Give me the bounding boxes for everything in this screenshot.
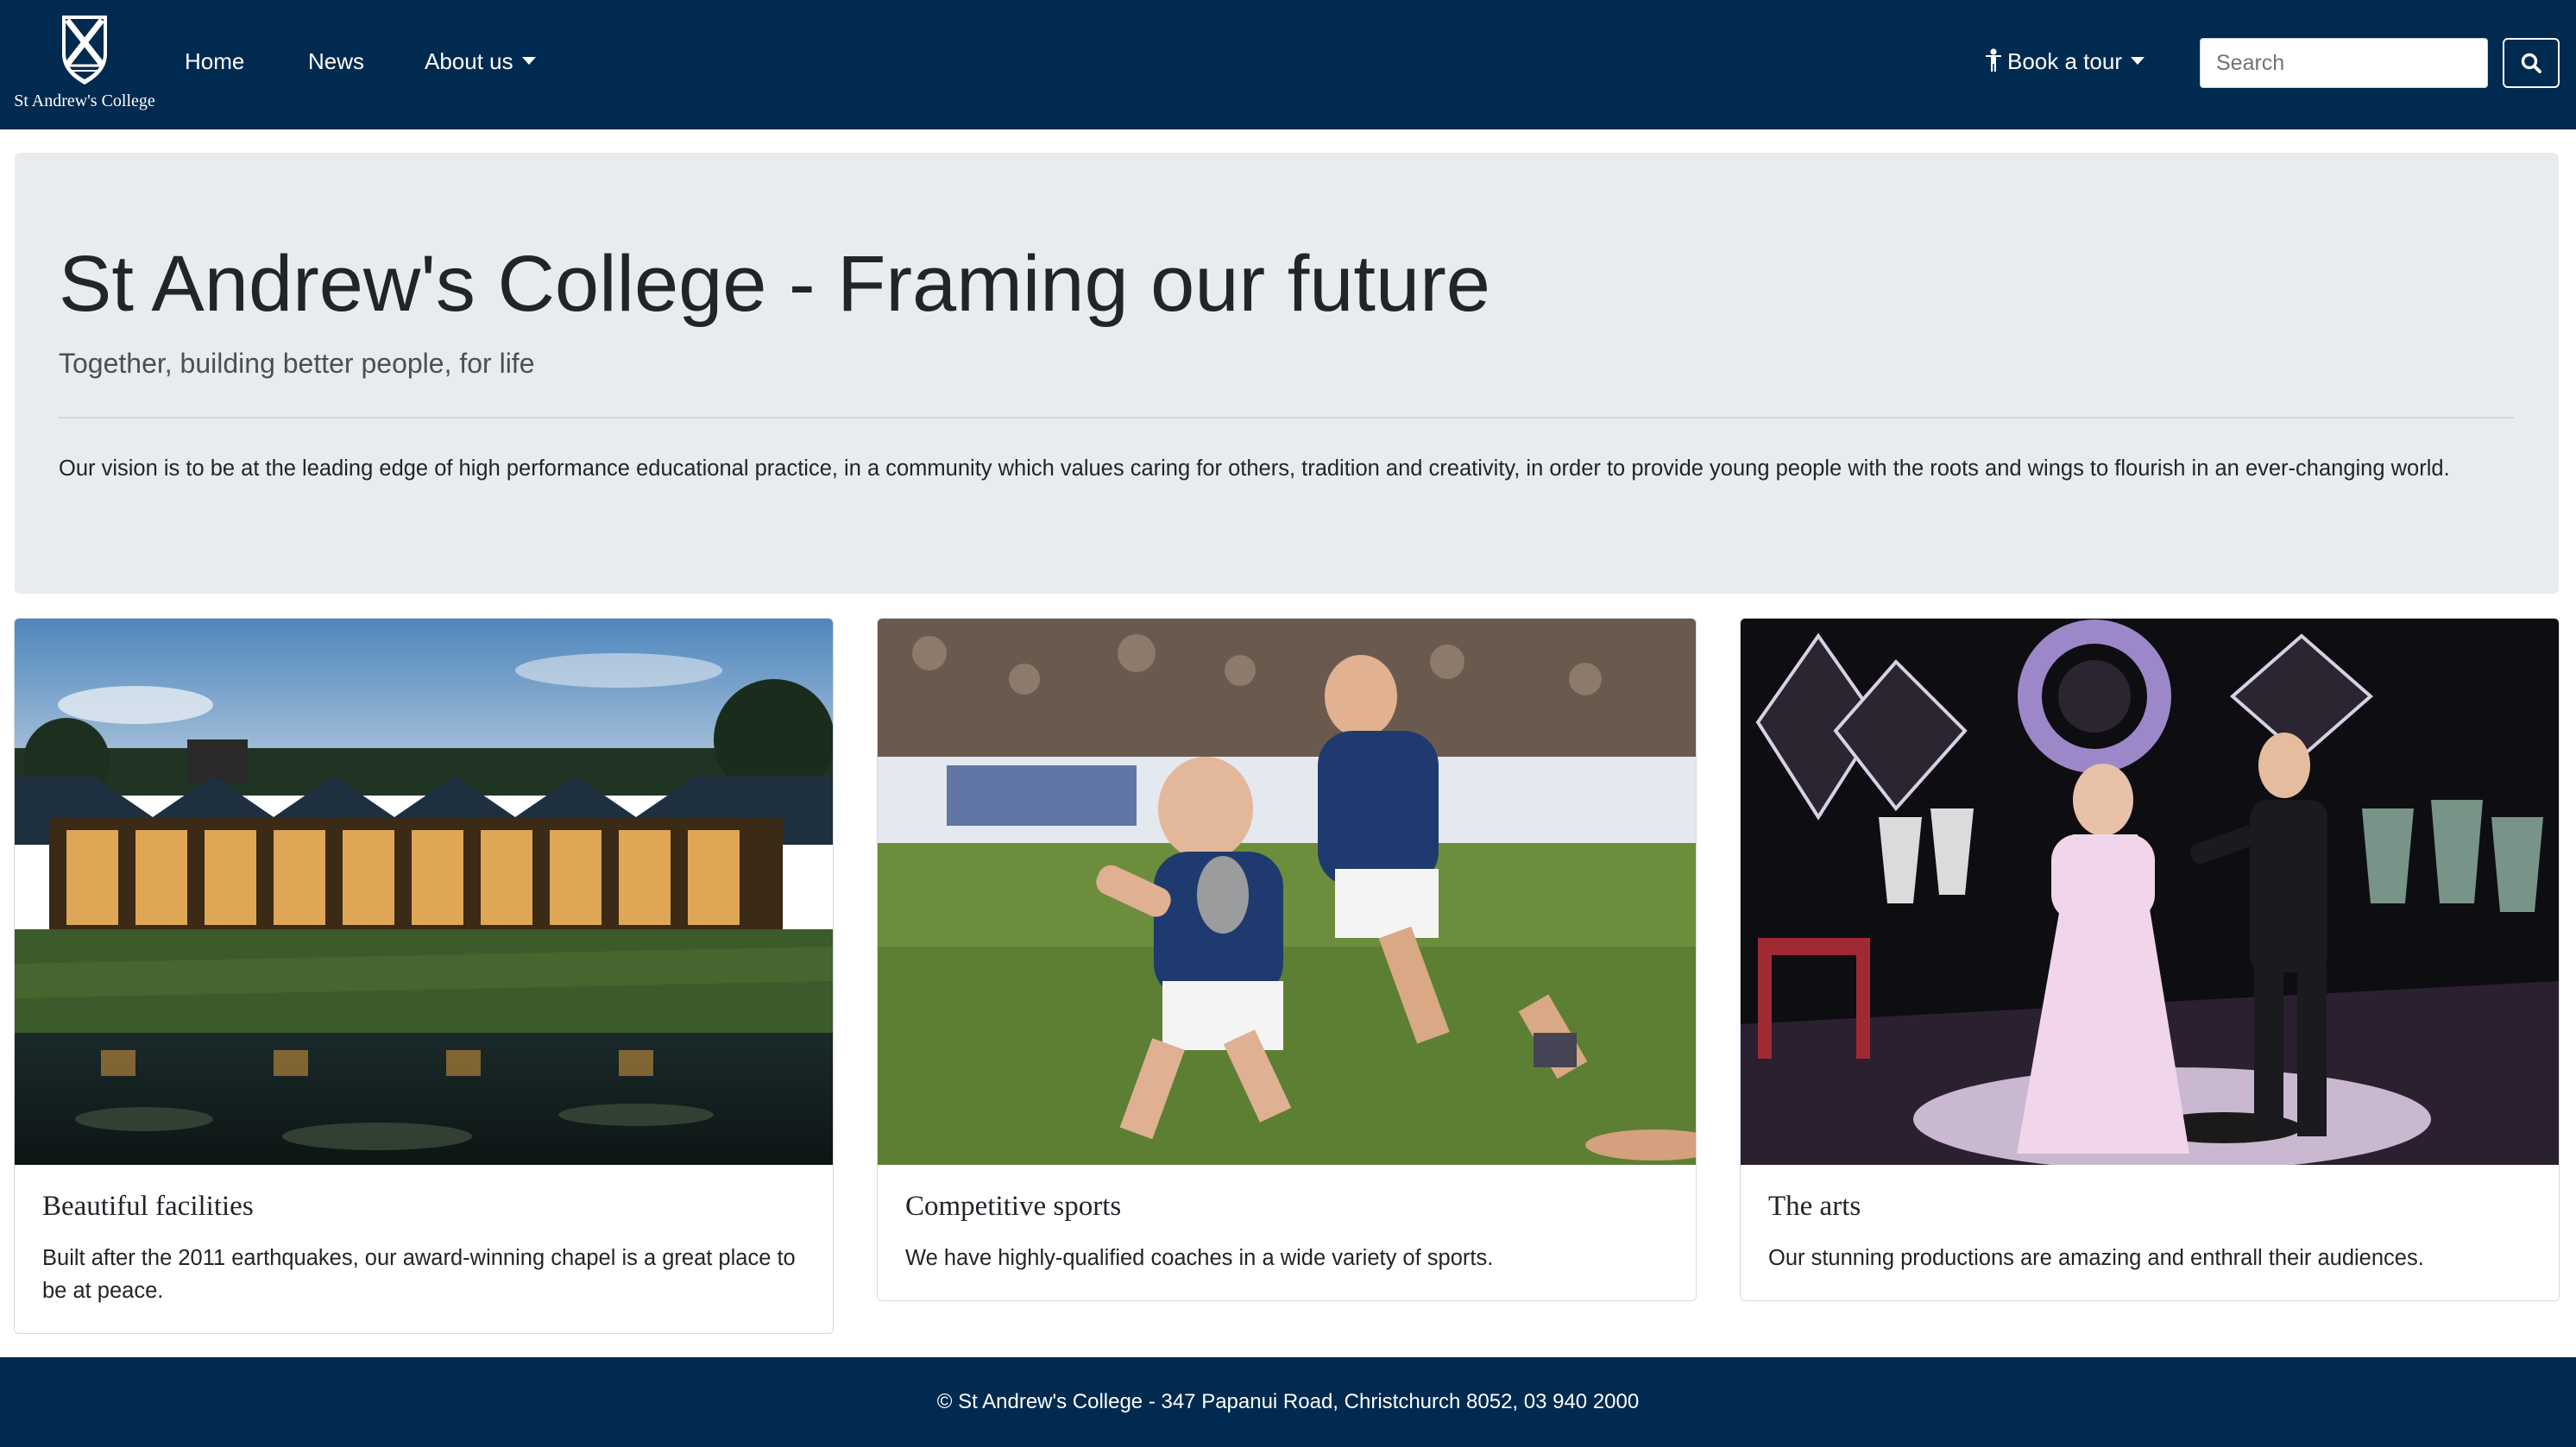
search-button[interactable] xyxy=(2503,38,2560,88)
nav-about-label: About us xyxy=(425,48,513,74)
site-footer: © St Andrew's College - 347 Papanui Road… xyxy=(0,1357,2576,1447)
theatre-production-photo xyxy=(1741,619,2559,1165)
hero-jumbotron: St Andrew's College - Framing our future… xyxy=(15,153,2559,594)
search-icon xyxy=(2521,53,2541,73)
hero-tagline: Together, building better people, for li… xyxy=(59,348,535,379)
chevron-down-icon xyxy=(521,57,536,65)
card-body: The arts Our stunning productions are am… xyxy=(1741,1165,2559,1300)
vision-statement: Our vision is to be at the leading edge … xyxy=(59,456,2450,481)
chevron-down-icon xyxy=(2130,57,2145,65)
card-title: The arts xyxy=(1768,1191,1861,1222)
card-title: Beautiful facilities xyxy=(42,1191,254,1222)
chapel-photo xyxy=(15,619,833,1165)
child-figure-icon xyxy=(1986,48,2001,72)
card-text: Built after the 2011 earthquakes, our aw… xyxy=(42,1246,796,1303)
page-title: St Andrew's College - Framing our future xyxy=(59,240,1490,328)
card-text: We have highly-qualified coaches in a wi… xyxy=(905,1246,1494,1270)
card-body: Competitive sports We have highly-qualif… xyxy=(878,1165,1696,1300)
card-text: Our stunning productions are amazing and… xyxy=(1768,1246,2424,1270)
card-title: Competitive sports xyxy=(905,1191,1122,1222)
nav-news-link[interactable]: News xyxy=(308,48,364,75)
card-body: Beautiful facilities Built after the 201… xyxy=(15,1165,833,1333)
rugby-photo xyxy=(878,619,1696,1165)
brand-logo-link[interactable]: St Andrew's College xyxy=(12,12,157,116)
nav-home-link[interactable]: Home xyxy=(185,48,244,75)
book-tour-label: Book a tour xyxy=(2007,48,2122,74)
search-input[interactable] xyxy=(2200,38,2488,88)
book-tour-dropdown[interactable]: Book a tour xyxy=(1985,48,2145,75)
college-crest-icon xyxy=(62,16,107,85)
nav-about-dropdown[interactable]: About us xyxy=(425,48,536,75)
brand-text: St Andrew's College xyxy=(14,91,155,110)
top-navbar: St Andrew's College Home News About us B… xyxy=(0,0,2576,129)
card-facilities: Beautiful facilities Built after the 201… xyxy=(14,618,834,1334)
card-arts: The arts Our stunning productions are am… xyxy=(1740,618,2560,1301)
hero-divider xyxy=(59,417,2515,418)
footer-text: © St Andrew's College - 347 Papanui Road… xyxy=(936,1390,1640,1413)
card-sports: Competitive sports We have highly-qualif… xyxy=(877,618,1697,1301)
